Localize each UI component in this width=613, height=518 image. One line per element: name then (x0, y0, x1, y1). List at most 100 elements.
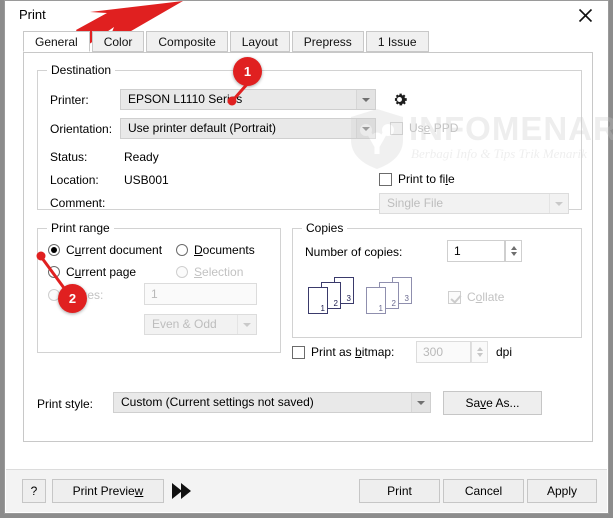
radio-dot (176, 266, 188, 278)
double-chevron-right-icon (172, 483, 191, 499)
tab-prepress[interactable]: Prepress (291, 31, 364, 52)
window-title: Print (19, 7, 46, 22)
chevron-down-icon (411, 393, 430, 412)
print-preview-label: Print Preview (72, 484, 144, 498)
apply-button[interactable]: Apply (527, 479, 597, 503)
page-number: 2 (391, 299, 396, 308)
printer-label: Printer: (50, 93, 89, 107)
print-preview-button[interactable]: Print Preview (52, 479, 164, 503)
chevron-down-icon (549, 194, 568, 213)
even-odd-value: Even & Odd (152, 317, 217, 331)
save-as-button[interactable]: Save As... (443, 391, 542, 415)
dialog-footer: ? Print Preview Print Cancel Apply (6, 469, 607, 512)
page-number: 2 (333, 299, 338, 308)
pages-value: 1 (151, 287, 158, 301)
tab-1-issue-label: 1 Issue (377, 35, 417, 49)
close-window-button[interactable] (563, 1, 608, 29)
checkbox-box (390, 122, 403, 135)
radio-selection-label: Selection (194, 265, 244, 279)
help-label: ? (30, 484, 38, 498)
page-number: 1 (320, 304, 325, 313)
save-as-label: Save As... (465, 396, 520, 410)
radio-current-page-label: Current page (66, 265, 137, 279)
comment-label: Comment: (50, 196, 106, 210)
print-label: Print (387, 484, 412, 498)
status-value: Ready (124, 150, 159, 164)
print-range-group-title: Print range (47, 221, 114, 235)
help-button[interactable]: ? (22, 479, 46, 503)
pages-input: 1 (144, 283, 257, 305)
tab-prepress-label: Prepress (303, 35, 352, 49)
copies-stepper[interactable] (505, 240, 522, 262)
tab-color-label: Color (103, 35, 133, 49)
stepper-down-icon (477, 353, 483, 357)
checkbox-box (292, 346, 305, 359)
print-as-bitmap-label: Print as bitmap: (311, 345, 395, 359)
close-icon (578, 8, 593, 22)
general-tab-panel: Destination Printer: EPSON L1110 Series … (23, 52, 613, 442)
file-mode-combobox: Single File (379, 193, 569, 214)
radio-dot (176, 244, 188, 256)
tab-general[interactable]: General (23, 31, 90, 52)
expand-preview-button[interactable] (170, 481, 192, 504)
print-to-file-label: Print to file (398, 172, 455, 186)
chevron-down-icon (237, 315, 256, 334)
collate-preview-uncollated: 3 2 1 (307, 277, 369, 317)
page-thumb: 1 (308, 287, 328, 314)
printer-combobox[interactable]: EPSON L1110 Series (120, 89, 376, 110)
collate-label: Collate (467, 290, 505, 304)
destination-group-title: Destination (47, 63, 116, 77)
page-number: 3 (404, 294, 409, 303)
use-ppd-label: Use PPD (409, 121, 459, 135)
tab-layout[interactable]: Layout (229, 31, 290, 52)
print-style-combobox[interactable]: Custom (Current settings not saved) (113, 392, 431, 413)
annotation-badge-2-label: 2 (68, 291, 77, 306)
gear-icon (394, 93, 407, 106)
page-thumb: 1 (366, 287, 386, 314)
print-style-value: Custom (Current settings not saved) (121, 395, 314, 409)
location-label: Location: (50, 173, 99, 187)
checkbox-box (379, 173, 392, 186)
number-of-copies-label: Number of copies: (305, 245, 403, 259)
cancel-button[interactable]: Cancel (443, 479, 524, 503)
number-of-copies-input[interactable]: 1 (447, 240, 505, 262)
chevron-down-icon (356, 119, 375, 138)
tab-1-issue[interactable]: 1 Issue (365, 31, 429, 52)
page-number: 3 (346, 294, 351, 303)
orientation-label: Orientation: (50, 122, 113, 136)
number-of-copies-value: 1 (454, 244, 461, 258)
title-bar: Print (5, 1, 608, 29)
screenshot-root: Print General Color Composite Layout Pre… (0, 0, 613, 518)
tab-strip: General Color Composite Layout Prepress … (23, 31, 593, 53)
radio-dot (48, 244, 60, 256)
annotation-badge-2: 2 (58, 284, 87, 313)
checkbox-box (448, 291, 461, 304)
stepper-down-icon (511, 252, 517, 256)
file-mode-value: Single File (387, 196, 444, 210)
annotation-badge-1-label: 1 (243, 64, 252, 79)
print-button[interactable]: Print (359, 479, 440, 503)
location-value: USB001 (124, 173, 169, 187)
even-odd-combobox: Even & Odd (144, 314, 257, 335)
dpi-input: 300 (416, 341, 471, 363)
collate-preview-collated: 3 2 1 (365, 277, 427, 317)
print-style-label: Print style: (37, 397, 94, 411)
tab-layout-label: Layout (241, 35, 278, 49)
dpi-stepper (471, 341, 488, 363)
tab-composite[interactable]: Composite (146, 31, 228, 52)
status-label: Status: (50, 150, 88, 164)
apply-label: Apply (546, 484, 578, 498)
orientation-combobox[interactable]: Use printer default (Portrait) (120, 118, 376, 139)
print-dialog-window: Print General Color Composite Layout Pre… (4, 0, 613, 514)
tab-composite-label: Composite (158, 35, 216, 49)
chevron-down-icon (356, 90, 375, 109)
printer-value: EPSON L1110 Series (128, 92, 243, 106)
tab-color[interactable]: Color (91, 31, 145, 52)
printer-settings-button[interactable] (390, 90, 409, 112)
annotation-badge-1: 1 (233, 57, 262, 86)
stepper-up-icon (477, 347, 483, 351)
dpi-value: 300 (423, 345, 444, 359)
orientation-value: Use printer default (Portrait) (128, 121, 277, 135)
page-number: 1 (378, 304, 383, 313)
dpi-unit-label: dpi (496, 345, 513, 359)
